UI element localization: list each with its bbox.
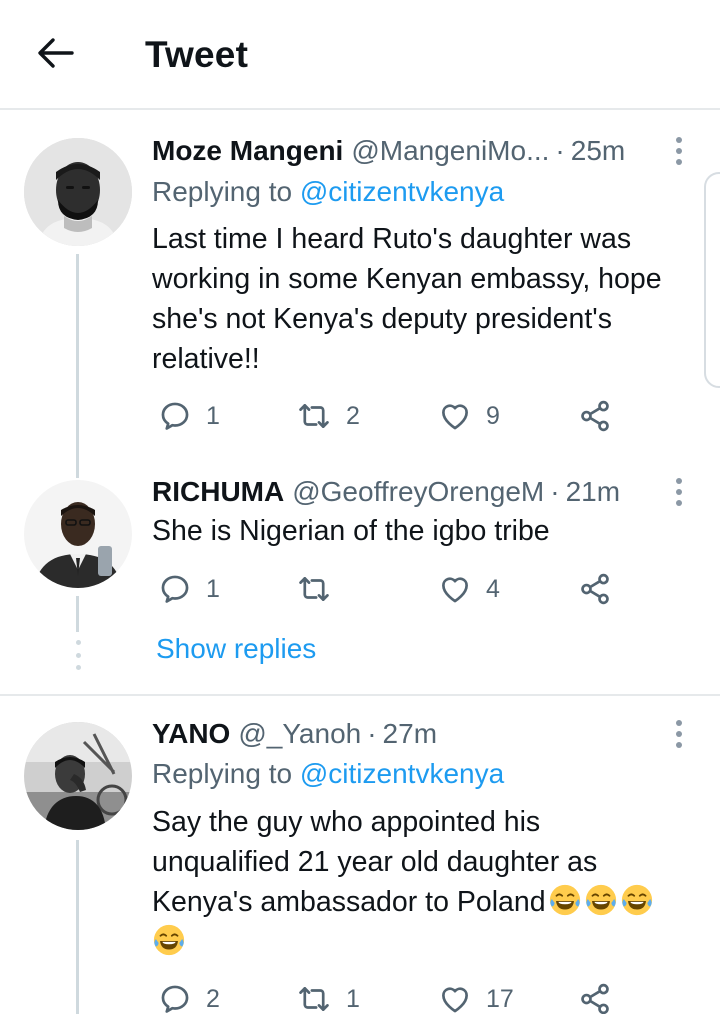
like-button[interactable]: 4 [438,569,500,609]
reply-icon [158,572,192,606]
side-panel-handle[interactable] [704,172,720,388]
face-with-tears-of-joy-icon [548,883,582,917]
like-count: 9 [486,401,500,430]
reply-count: 2 [206,984,220,1013]
tweet-text: She is Nigerian of the igbo tribe [152,511,702,551]
timestamp[interactable]: 25m [571,135,625,167]
user-handle[interactable]: @MangeniMo... [351,135,549,167]
face-with-tears-of-joy-icon [584,883,618,917]
retweet-count: 1 [346,984,360,1013]
thread-line [76,254,79,478]
tweet-text-line: Say the guy who appointed his [152,806,541,838]
tweet-text-line [152,922,702,962]
retweet-button[interactable] [296,569,346,609]
separator: · [367,718,377,749]
tweet-text-line: working in some Kenyan embassy, hope [152,263,662,295]
heart-icon [438,572,472,606]
display-name[interactable]: Moze Mangeni [152,135,343,167]
share-button[interactable] [578,979,612,1014]
tweet-text-segment: Kenya's ambassador to Poland [152,886,546,918]
tweet-text-line: relative!! [152,343,260,375]
like-count: 4 [486,574,500,603]
retweet-icon [296,982,332,1014]
show-replies-link[interactable]: Show replies [156,633,316,665]
tweet-text-line: she's not Kenya's deputy president's [152,303,612,335]
tweet-text-line: Kenya's ambassador to Poland [152,882,702,922]
avatar[interactable] [24,138,132,246]
more-replies-indicator [73,640,83,670]
retweet-icon [296,572,332,606]
like-button[interactable]: 17 [438,979,514,1014]
tweet-text-line: Last time I heard Ruto's daughter was [152,223,632,255]
avatar[interactable] [24,480,132,588]
back-button[interactable] [30,32,80,78]
tweet-actions: 1 4 [152,569,672,609]
retweet-icon [296,399,332,433]
tweet-actions: 2 1 17 [152,979,672,1014]
tweet-header: Moze Mangeni @MangeniMo... · 25m [152,132,625,170]
separator: · [555,135,565,166]
more-options-icon[interactable] [666,717,692,751]
top-bar: Tweet [0,0,720,110]
heart-icon [438,399,472,433]
arrow-left-icon [36,37,74,74]
heart-icon [438,982,472,1014]
reply-icon [158,399,192,433]
reply-count: 1 [206,401,220,430]
share-button[interactable] [578,396,612,436]
tweet-actions: 1 2 9 [152,396,672,436]
header-divider [0,108,720,110]
retweet-button[interactable]: 1 [296,979,360,1014]
like-count: 17 [486,984,514,1013]
tweet-text: Say the guy who appointed his unqualifie… [152,802,702,962]
face-with-tears-of-joy-icon [152,923,186,957]
share-icon [578,399,612,433]
section-divider [0,694,720,696]
replying-to: Replying to @citizentvkenya [152,176,504,208]
replying-label: Replying to [152,758,293,789]
tweet-header: RICHUMA @GeoffreyOrengeM · 21m [152,473,620,511]
more-options-icon[interactable] [666,475,692,509]
tweet-header: YANO @_Yanoh · 27m [152,715,437,753]
share-icon [578,572,612,606]
share-button[interactable] [578,569,612,609]
display-name[interactable]: RICHUMA [152,476,284,508]
timestamp[interactable]: 27m [383,718,437,750]
reply-button[interactable]: 2 [158,979,220,1014]
mention-link[interactable]: @citizentvkenya [300,176,504,207]
share-icon [578,982,612,1014]
display-name[interactable]: YANO [152,718,230,750]
user-handle[interactable]: @_Yanoh [238,718,361,750]
page-title: Tweet [145,34,249,75]
more-options-icon[interactable] [666,134,692,168]
tweet-text-line: unqualified 21 year old daughter as [152,846,598,878]
tweet-text: Last time I heard Ruto's daughter was wo… [152,219,702,379]
reply-button[interactable]: 1 [158,569,220,609]
tweet-text-line: She is Nigerian of the igbo tribe [152,515,550,547]
replying-label: Replying to [152,176,293,207]
user-handle[interactable]: @GeoffreyOrengeM [292,476,544,508]
reply-button[interactable]: 1 [158,396,220,436]
reply-count: 1 [206,574,220,603]
like-button[interactable]: 9 [438,396,500,436]
avatar[interactable] [24,722,132,830]
separator: · [550,476,560,507]
timestamp[interactable]: 21m [566,476,620,508]
reply-icon [158,982,192,1014]
retweet-count: 2 [346,401,360,430]
thread-line [76,840,79,1014]
replying-to: Replying to @citizentvkenya [152,758,504,790]
mention-link[interactable]: @citizentvkenya [300,758,504,789]
retweet-button[interactable]: 2 [296,396,360,436]
face-with-tears-of-joy-icon [620,883,654,917]
thread-line [76,596,79,632]
